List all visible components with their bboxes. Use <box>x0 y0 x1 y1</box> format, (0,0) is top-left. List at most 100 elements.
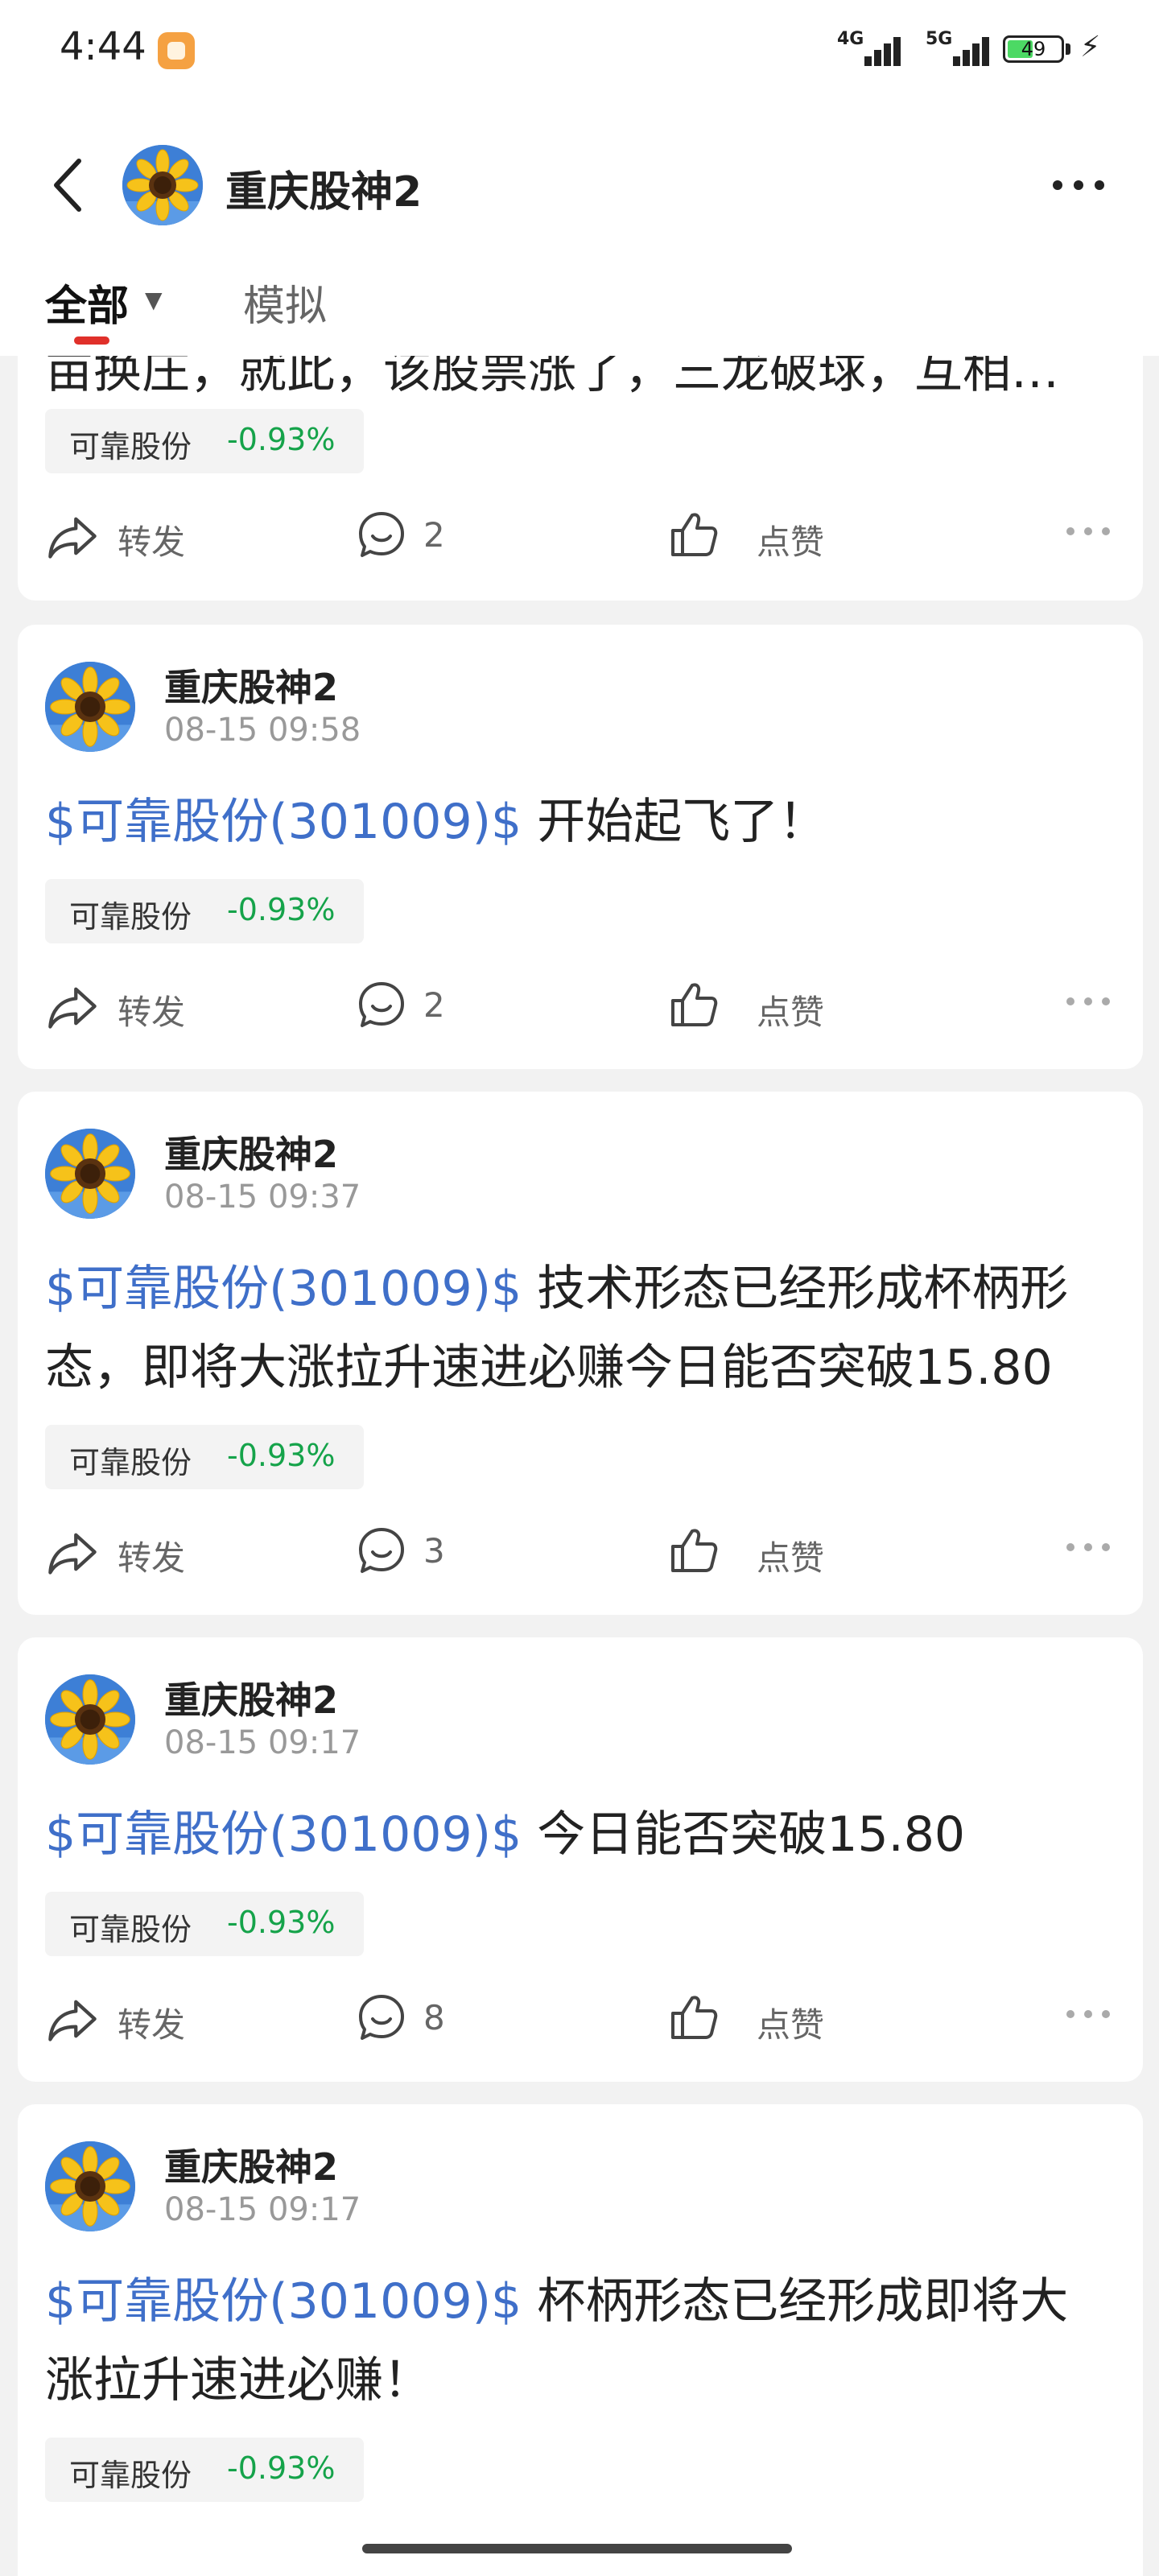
avatar[interactable] <box>45 2141 135 2231</box>
author-name[interactable]: 重庆股神2 <box>164 1671 338 1724</box>
like-button[interactable]: 点赞 <box>668 974 829 1038</box>
post-time: 08-15 09:17 <box>164 1724 361 1761</box>
share-label: 转发 <box>118 2005 186 2045</box>
share-button[interactable]: 转发 <box>45 974 222 1038</box>
post-content[interactable]: $可靠股份(301009)$ 开始起飞了！ <box>45 782 1116 861</box>
like-label: 点赞 <box>757 2005 825 2045</box>
share-label: 转发 <box>118 522 186 562</box>
signal-5g-icon: 5G <box>926 29 990 68</box>
stock-tag-name: 可靠股份 <box>69 429 192 464</box>
top-bar: 4:44 4G 5G 49 ⚡ 重庆股神2 全部 ▼ 模拟 <box>0 0 1159 356</box>
post-card[interactable]: 重庆股神2 08-15 09:37 $可靠股份(301009)$ 技术形态已经形… <box>18 1092 1143 1615</box>
status-bar: 4:44 4G 5G 49 ⚡ <box>0 0 1159 97</box>
stock-tag-name: 可靠股份 <box>69 1445 192 1480</box>
stock-link[interactable]: $可靠股份(301009)$ <box>45 1261 522 1317</box>
post-time: 08-15 09:37 <box>164 1179 361 1216</box>
stock-tag-name: 可靠股份 <box>69 899 192 935</box>
comment-bubble-icon <box>356 509 407 560</box>
stock-tag-name: 可靠股份 <box>69 1912 192 1947</box>
comment-count: 2 <box>423 985 445 1025</box>
post-card[interactable]: 重庆股神2 08-15 09:17 $可靠股份(301009)$ 杯柄形态已经形… <box>18 2104 1143 2576</box>
author-name[interactable]: 重庆股神2 <box>164 2138 338 2191</box>
stock-link[interactable]: $可靠股份(301009)$ <box>45 794 522 850</box>
thumbs-up-icon <box>668 509 720 560</box>
share-label: 转发 <box>118 1538 186 1578</box>
share-arrow-icon <box>45 1525 100 1579</box>
active-tab-indicator <box>74 336 109 345</box>
charging-bolt-icon: ⚡ <box>1080 31 1101 64</box>
like-button[interactable]: 点赞 <box>668 1520 829 1584</box>
comment-button[interactable]: 8 <box>356 1987 485 2051</box>
more-dots-icon <box>1066 527 1110 535</box>
post-card[interactable]: 重庆股神2 08-15 09:17 $可靠股份(301009)$ 今日能否突破1… <box>18 1637 1143 2082</box>
stock-tag-change: -0.93% <box>227 1905 336 1940</box>
thumbs-up-icon <box>668 979 720 1030</box>
back-button[interactable] <box>45 153 93 217</box>
avatar[interactable] <box>122 145 203 225</box>
author-name[interactable]: 重庆股神2 <box>164 1125 338 1179</box>
like-label: 点赞 <box>757 1538 825 1578</box>
avatar[interactable] <box>45 1674 135 1765</box>
share-button[interactable]: 转发 <box>45 1520 222 1584</box>
chevron-left-icon <box>54 159 81 212</box>
more-dots-icon <box>1066 1543 1110 1551</box>
stock-tag[interactable]: 可靠股份 -0.93% <box>45 879 364 943</box>
post-content[interactable]: $可靠股份(301009)$ 杯柄形态已经形成即将大涨拉升速进必赚！ <box>45 2262 1116 2420</box>
share-button[interactable]: 转发 <box>45 504 222 568</box>
app-notification-icon <box>158 32 195 69</box>
stock-tag[interactable]: 可靠股份 -0.93% <box>45 2438 364 2502</box>
post-more-button[interactable] <box>1064 1987 1112 2051</box>
post-more-button[interactable] <box>1064 504 1112 568</box>
post-content[interactable]: $可靠股份(301009)$ 技术形态已经形成杯柄形态，即将大涨拉升速进必赚今日… <box>45 1249 1116 1407</box>
post-content[interactable]: $可靠股份(301009)$ 今日能否突破15.80 <box>45 1795 1116 1874</box>
stock-link[interactable]: $可靠股份(301009)$ <box>45 1806 522 1863</box>
battery-icon: 49 <box>1003 35 1064 63</box>
sunflower-avatar-icon <box>45 1674 135 1765</box>
signal-4g-icon: 4G <box>837 29 901 68</box>
share-button[interactable]: 转发 <box>45 1987 222 2051</box>
status-time: 4:44 <box>60 24 146 69</box>
post-more-button[interactable] <box>1064 1520 1112 1584</box>
post-card[interactable]: 重庆股神2 08-15 09:58 $可靠股份(301009)$ 开始起飞了！ … <box>18 625 1143 1069</box>
share-arrow-icon <box>45 979 100 1034</box>
more-dots-icon <box>1066 2010 1110 2018</box>
caret-down-icon[interactable]: ▼ <box>145 287 163 313</box>
like-label: 点赞 <box>757 993 825 1032</box>
comment-count: 3 <box>423 1531 445 1571</box>
thumbs-up-icon <box>668 1525 720 1576</box>
comment-button[interactable]: 2 <box>356 504 485 568</box>
home-indicator[interactable] <box>362 2544 792 2553</box>
post-text: 开始起飞了！ <box>537 794 827 850</box>
sunflower-avatar-icon <box>45 2141 135 2231</box>
comment-count: 2 <box>423 515 445 555</box>
share-arrow-icon <box>45 509 100 564</box>
like-button[interactable]: 点赞 <box>668 1987 829 2051</box>
battery-cap <box>1066 43 1070 55</box>
post-time: 08-15 09:58 <box>164 712 361 749</box>
comment-button[interactable]: 3 <box>356 1520 485 1584</box>
page-title: 重庆股神2 <box>225 168 423 217</box>
avatar[interactable] <box>45 662 135 752</box>
stock-tag[interactable]: 可靠股份 -0.93% <box>45 1892 364 1956</box>
tab-bar: 全部 ▼ 模拟 <box>0 266 1159 356</box>
like-button[interactable]: 点赞 <box>668 504 829 568</box>
tab-all[interactable]: 全部 <box>45 272 129 332</box>
comment-bubble-icon <box>356 1992 407 2043</box>
post-more-button[interactable] <box>1064 974 1112 1038</box>
more-button[interactable] <box>1046 161 1111 209</box>
comment-button[interactable]: 2 <box>356 974 485 1038</box>
author-name[interactable]: 重庆股神2 <box>164 658 338 712</box>
stock-tag-name: 可靠股份 <box>69 2458 192 2493</box>
profile-header: 重庆股神2 <box>0 129 1159 242</box>
stock-link[interactable]: $可靠股份(301009)$ <box>45 2273 522 2330</box>
stock-tag[interactable]: 可靠股份 -0.93% <box>45 409 364 473</box>
tab-simulation[interactable]: 模拟 <box>243 272 327 332</box>
share-label: 转发 <box>118 993 186 1032</box>
like-label: 点赞 <box>757 522 825 562</box>
signal-bars-icon <box>853 35 901 66</box>
stock-tag[interactable]: 可靠股份 -0.93% <box>45 1425 364 1489</box>
stock-tag-change: -0.93% <box>227 892 336 927</box>
sunflower-avatar-icon <box>45 662 135 752</box>
avatar[interactable] <box>45 1129 135 1219</box>
post-time: 08-15 09:17 <box>164 2191 361 2228</box>
